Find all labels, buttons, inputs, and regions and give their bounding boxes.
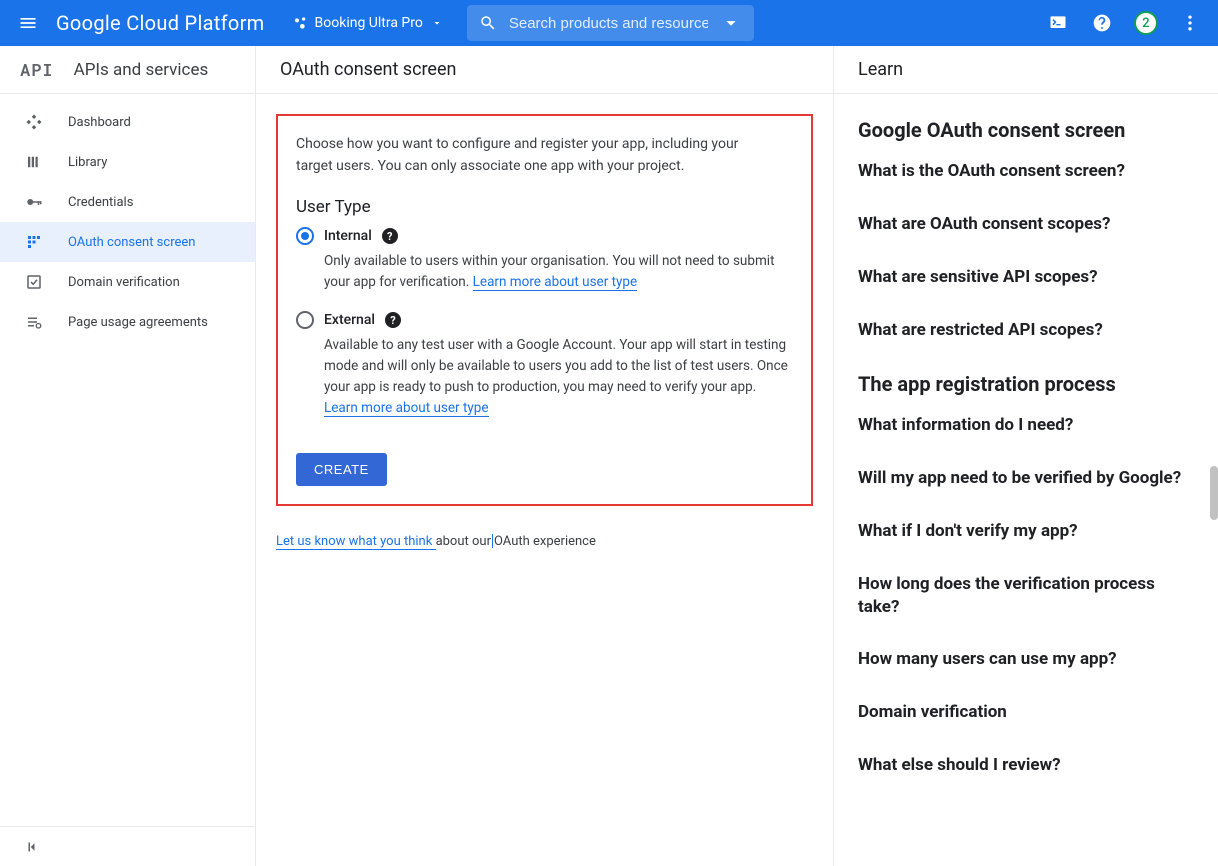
sidebar-item-credentials[interactable]: Credentials: [0, 182, 255, 222]
search-box[interactable]: [467, 5, 754, 41]
search-input[interactable]: [509, 15, 708, 32]
learn-link[interactable]: What if I don't verify my app?: [858, 520, 1194, 543]
internal-learn-more-link[interactable]: Learn more about user type: [473, 274, 638, 291]
radio-internal[interactable]: [296, 227, 314, 245]
sidebar-collapse[interactable]: [0, 826, 255, 866]
logo-text[interactable]: Google Cloud Platform: [56, 11, 265, 35]
help-icon[interactable]: [1082, 3, 1122, 43]
external-learn-more-link[interactable]: Learn more about user type: [324, 400, 489, 417]
sidebar-item-label: Credentials: [68, 195, 133, 210]
internal-description: Only available to users within your orga…: [324, 251, 793, 293]
user-type-heading: User Type: [296, 197, 793, 217]
scrollbar-thumb[interactable]: [1210, 466, 1218, 520]
top-header: Google Cloud Platform Booking Ultra Pro …: [0, 0, 1218, 46]
highlighted-region: Choose how you want to configure and reg…: [276, 114, 813, 506]
feedback-line: Let us know what you think about ourOAut…: [276, 534, 813, 549]
notifications-badge[interactable]: 2: [1126, 3, 1166, 43]
learn-link[interactable]: What are OAuth consent scopes?: [858, 213, 1194, 236]
sidebar-item-label: Library: [68, 155, 107, 170]
cloud-shell-icon[interactable]: [1038, 3, 1078, 43]
learn-link[interactable]: What else should I review?: [858, 754, 1194, 777]
learn-link[interactable]: What are restricted API scopes?: [858, 319, 1194, 342]
text-cursor: [492, 534, 493, 548]
project-picker[interactable]: Booking Ultra Pro: [285, 11, 451, 35]
learn-link[interactable]: What are sensitive API scopes?: [858, 266, 1194, 289]
project-name: Booking Ultra Pro: [315, 15, 423, 31]
consent-icon: [24, 233, 44, 251]
search-icon: [479, 14, 497, 32]
radio-external-label: External: [324, 312, 375, 328]
dashboard-icon: [24, 113, 44, 131]
external-help-icon[interactable]: ?: [385, 312, 401, 328]
main-content: OAuth consent screen Choose how you want…: [256, 46, 834, 866]
sidebar-item-label: Domain verification: [68, 275, 180, 290]
sidebar-title: APIs and services: [74, 60, 209, 80]
learn-link[interactable]: How many users can use my app?: [858, 648, 1194, 671]
learn-link[interactable]: Domain verification: [858, 701, 1194, 724]
learn-section-title: Google OAuth consent screen: [858, 118, 1194, 142]
learn-panel-title: Learn: [834, 46, 1218, 94]
sidebar-item-domain-verification[interactable]: Domain verification: [0, 262, 255, 302]
feedback-link[interactable]: Let us know what you think: [276, 534, 436, 550]
sidebar-item-label: Page usage agreements: [68, 315, 208, 330]
hamburger-menu-icon[interactable]: [8, 3, 48, 43]
sidebar-item-label: Dashboard: [68, 115, 131, 130]
project-icon: [293, 15, 309, 31]
internal-help-icon[interactable]: ?: [382, 228, 398, 244]
learn-link[interactable]: What information do I need?: [858, 414, 1194, 437]
badge-count: 2: [1134, 11, 1158, 35]
learn-panel: Learn Google OAuth consent screen What i…: [834, 46, 1218, 866]
intro-text: Choose how you want to configure and reg…: [296, 134, 776, 177]
collapse-icon: [24, 838, 42, 856]
domain-check-icon: [24, 273, 44, 291]
more-vert-icon[interactable]: [1170, 3, 1210, 43]
learn-link[interactable]: What is the OAuth consent screen?: [858, 160, 1194, 183]
learn-link[interactable]: Will my app need to be verified by Googl…: [858, 467, 1194, 490]
external-description: Available to any test user with a Google…: [324, 335, 793, 419]
radio-internal-label: Internal: [324, 228, 372, 244]
page-usage-icon: [24, 313, 44, 331]
key-icon: [24, 193, 44, 211]
sidebar-item-dashboard[interactable]: Dashboard: [0, 102, 255, 142]
sidebar-item-page-usage[interactable]: Page usage agreements: [0, 302, 255, 342]
learn-section-title: The app registration process: [858, 372, 1194, 396]
api-icon: API: [20, 58, 54, 81]
sidebar-item-label: OAuth consent screen: [68, 235, 195, 250]
radio-external[interactable]: [296, 311, 314, 329]
search-chevron-down-icon[interactable]: [720, 12, 742, 34]
create-button[interactable]: CREATE: [296, 453, 387, 486]
page-title: OAuth consent screen: [256, 46, 833, 94]
sidebar-item-oauth-consent[interactable]: OAuth consent screen: [0, 222, 255, 262]
library-icon: [24, 153, 44, 171]
caret-down-icon: [431, 17, 443, 29]
learn-link[interactable]: How long does the verification process t…: [858, 573, 1194, 619]
sidebar-header[interactable]: API APIs and services: [0, 46, 255, 94]
sidebar-item-library[interactable]: Library: [0, 142, 255, 182]
sidebar: API APIs and services Dashboard Library: [0, 46, 256, 866]
